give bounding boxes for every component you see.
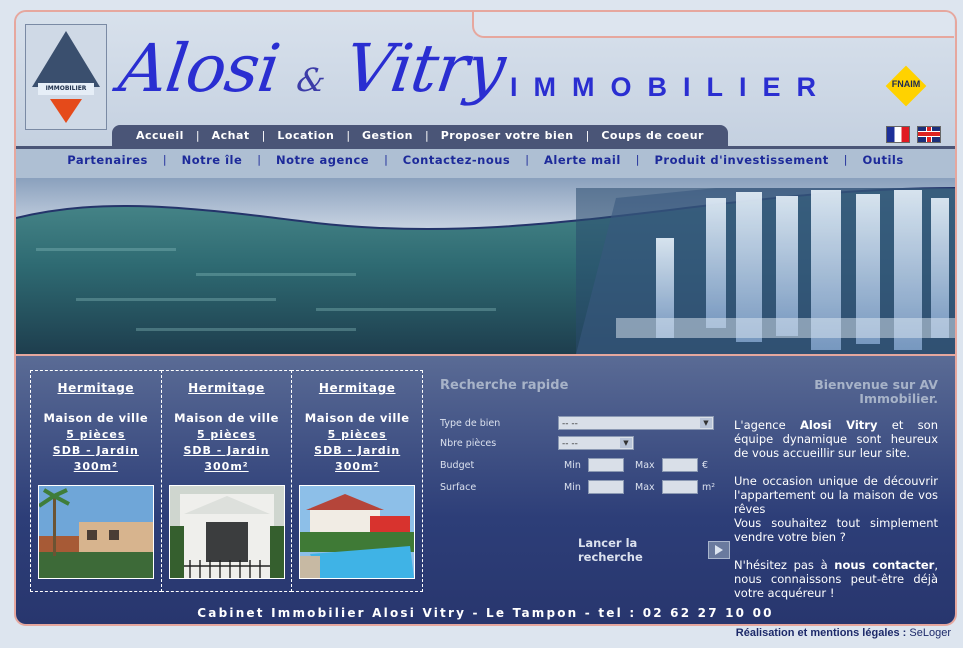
quick-search: Recherche rapide Type de bien -- -- ▼ Nb… (440, 378, 730, 564)
subnav-alerte-mail[interactable]: Alerte mail (529, 153, 636, 167)
budget-label: Budget (440, 460, 475, 471)
subnav-outils[interactable]: Outils (847, 153, 918, 167)
welcome-sell: Vous souhaitez tout simplement vendre vo… (734, 516, 938, 544)
contact-link[interactable]: nous contacter (834, 558, 934, 572)
nav-achat[interactable]: Achat (200, 129, 262, 142)
search-submit-button[interactable]: Lancer la recherche (578, 536, 730, 564)
credit-line: Réalisation et mentions légales : SeLoge… (736, 627, 951, 639)
type-select-value: -- -- (562, 419, 578, 429)
footer-contact: Cabinet Immobilier Alosi Vitry - Le Tamp… (197, 606, 774, 620)
credit-link[interactable]: SeLoger (909, 627, 951, 639)
search-submit-label: Lancer la recherche (578, 536, 643, 564)
subnav-notre-ile[interactable]: Notre île (167, 153, 258, 167)
arrow-right-icon (708, 541, 730, 559)
listing-card[interactable]: Hermitage Maison de ville 5 pièces SDB -… (291, 370, 424, 592)
listing-type: Maison de ville (43, 411, 149, 425)
budget-min-input[interactable] (588, 458, 624, 472)
featured-listings: Hermitage Maison de ville 5 pièces SDB -… (30, 370, 424, 592)
welcome-intro: L'agence Alosi Vitry et son équipe dynam… (734, 418, 938, 460)
frame-tab (472, 12, 954, 38)
welcome-occasion: Une occasion unique de découvrir l'appar… (734, 474, 938, 516)
waterfall-photo (16, 178, 955, 354)
listing-features[interactable]: SDB - Jardin (162, 444, 292, 457)
budget-min-label: Min (564, 460, 581, 471)
rooms-label: Nbre pièces (440, 438, 497, 449)
listing-type: Maison de ville (304, 411, 410, 425)
nav-coups-de-coeur[interactable]: Coups de coeur (589, 129, 716, 142)
surface-label: Surface (440, 482, 477, 493)
top-nav: Accueil | Achat | Location | Gestion | Propo… (112, 125, 728, 146)
listing-photo[interactable] (299, 485, 416, 579)
listing-city[interactable]: Hermitage (162, 381, 292, 395)
logo-label: IMMOBILIER (38, 83, 94, 95)
listing-rooms[interactable]: 5 pièces (292, 428, 422, 441)
type-select[interactable]: -- -- ▼ (558, 416, 714, 430)
listing-type: Maison de ville (174, 411, 279, 425)
fnaim-logo[interactable]: FNAIM (880, 65, 932, 107)
listing-features[interactable]: SDB - Jardin (31, 444, 161, 457)
welcome-agency-name: Alosi Vitry (799, 418, 878, 432)
subnav-contact[interactable]: Contactez-nous (388, 153, 526, 167)
brand-name-1: Alosi (114, 30, 284, 107)
chevron-down-icon: ▼ (620, 438, 632, 448)
nav-location[interactable]: Location (265, 129, 346, 142)
surface-min-label: Min (564, 482, 581, 493)
welcome-title: Bienvenue sur AV Immobilier. (814, 377, 938, 406)
listing-card[interactable]: Hermitage Maison de ville 5 pièces SDB -… (30, 370, 162, 592)
french-flag-icon[interactable] (886, 126, 910, 143)
subnav-investissement[interactable]: Produit d'investissement (639, 153, 843, 167)
budget-max-input[interactable] (662, 458, 698, 472)
banner-image (16, 178, 955, 354)
sub-nav: Partenaires | Notre île | Notre agence | Co… (16, 153, 955, 167)
house-photo-palm (38, 486, 153, 578)
listing-area[interactable]: 300m² (292, 460, 422, 473)
page-frame: IMMOBILIER Alosi & Vitry IMMOBILIER FNAI… (14, 10, 957, 626)
logo-triangle-icon (32, 31, 100, 87)
welcome-contact: N'hésitez pas à nous contacter, nous con… (734, 558, 938, 600)
type-label: Type de bien (440, 418, 501, 429)
house-photo-pool (300, 486, 415, 578)
euro-unit: € (702, 460, 709, 471)
brand-tagline: IMMOBILIER (510, 72, 832, 102)
rooms-select-value: -- -- (562, 439, 578, 449)
surface-max-input[interactable] (662, 480, 698, 494)
brand-name-2: Vitry (340, 30, 510, 107)
brand-title: Alosi & Vitry (115, 30, 510, 107)
listing-area[interactable]: 300m² (31, 460, 161, 473)
subnav-partenaires[interactable]: Partenaires (52, 153, 163, 167)
subnav-notre-agence[interactable]: Notre agence (261, 153, 384, 167)
agency-logo[interactable]: IMMOBILIER (25, 24, 107, 130)
listing-card[interactable]: Hermitage Maison de ville 5 pièces SDB -… (160, 370, 293, 592)
uk-flag-icon[interactable] (917, 126, 941, 143)
listing-rooms[interactable]: 5 pièces (31, 428, 161, 441)
rooms-select[interactable]: -- -- ▼ (558, 436, 634, 450)
listing-photo[interactable] (168, 485, 285, 579)
house-photo-veranda (169, 486, 284, 578)
search-title: Recherche rapide (440, 378, 569, 393)
nav-proposer[interactable]: Proposer votre bien (429, 129, 586, 142)
budget-max-label: Max (635, 460, 655, 471)
chevron-down-icon: ▼ (700, 418, 712, 428)
listing-rooms[interactable]: 5 pièces (162, 428, 292, 441)
surface-min-input[interactable] (588, 480, 624, 494)
language-switcher (886, 126, 941, 143)
brand-amp: & (294, 61, 328, 99)
welcome-text: L'agence (734, 418, 800, 432)
surface-max-label: Max (635, 482, 655, 493)
nav-accueil[interactable]: Accueil (124, 129, 196, 142)
listing-photo[interactable] (37, 485, 154, 579)
fnaim-label: FNAIM (891, 79, 921, 89)
welcome-text: N'hésitez pas à (734, 558, 835, 572)
listing-area[interactable]: 300m² (162, 460, 292, 473)
nav-gestion[interactable]: Gestion (350, 129, 425, 142)
credit-label: Réalisation et mentions légales : (735, 627, 907, 639)
logo-v-icon (50, 99, 82, 123)
listing-features[interactable]: SDB - Jardin (292, 444, 422, 457)
main-content: Hermitage Maison de ville 5 pièces SDB -… (16, 354, 955, 624)
listing-city[interactable]: Hermitage (292, 381, 422, 395)
welcome-panel: Bienvenue sur AV Immobilier. L'agence Al… (734, 378, 938, 614)
m2-unit: m² (702, 482, 716, 493)
listing-city[interactable]: Hermitage (31, 381, 161, 395)
